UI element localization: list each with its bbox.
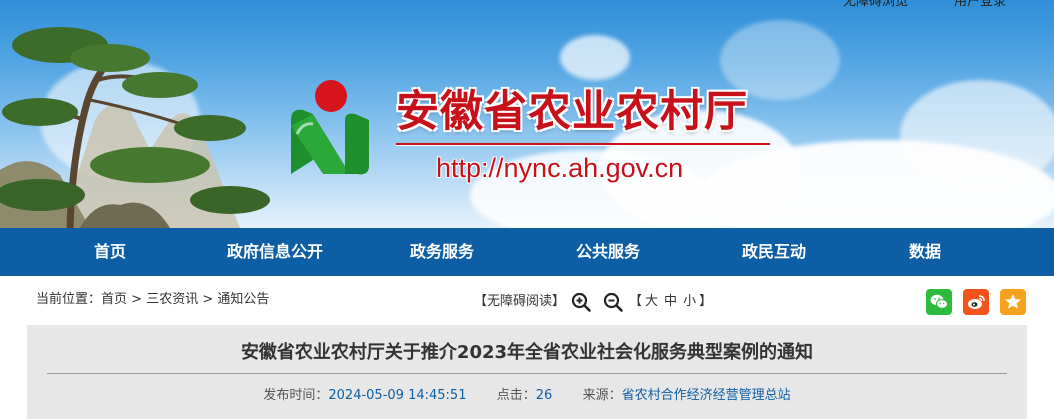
favorite-icon	[1005, 294, 1021, 309]
source-label: 来源：	[582, 388, 622, 403]
breadcrumb-home[interactable]: 首页	[101, 292, 127, 307]
article-header: 安徽省农业农村厅关于推介2023年全省农业社会化服务典型案例的通知 发布时间：2…	[27, 325, 1027, 419]
site-url: http://nync.ah.gov.cn	[436, 153, 684, 183]
banner-cloud	[900, 80, 1054, 190]
site-name: 安徽省农业农村厅	[396, 87, 748, 137]
site-name-underline	[396, 143, 770, 146]
publish-time-label: 发布时间：	[263, 388, 329, 403]
nav-item-home[interactable]: 首页	[60, 228, 160, 276]
clicks-label: 点击：	[496, 388, 536, 403]
article-source: 省农村合作经济经营管理总站	[621, 388, 791, 403]
accessibility-tools: 【无障碍阅读】 【大中小】	[474, 291, 712, 313]
font-size-small[interactable]: 小	[683, 294, 696, 309]
font-size-bracket-close: 】	[699, 294, 713, 309]
font-size-medium[interactable]: 中	[664, 294, 677, 309]
pine-mountain-illustration	[0, 27, 270, 228]
accessible-reading-link[interactable]: 【无障碍阅读】	[474, 293, 565, 311]
font-size-bracket-open: 【	[629, 294, 643, 309]
site-banner: 无障碍浏览 用户登录 安徽省农业农村厅 http://nync.ah.gov.c…	[0, 0, 1054, 228]
breadcrumb-news[interactable]: 三农资讯	[146, 292, 198, 307]
breadcrumb-notices[interactable]: 通知公告	[217, 292, 269, 307]
top-links: 无障碍浏览 用户登录	[843, 0, 1006, 10]
banner-cloud	[560, 35, 630, 80]
favorite-button[interactable]	[1000, 289, 1026, 315]
nav-item-data[interactable]: 数据	[890, 228, 960, 276]
department-logo-icon	[291, 80, 369, 175]
weibo-share-button[interactable]	[963, 289, 989, 315]
zoom-in-icon[interactable]	[570, 291, 592, 313]
wechat-icon	[930, 294, 948, 309]
main-nav: 首页 政府信息公开 政务服务 公共服务 政民互动 数据	[0, 228, 1054, 276]
font-size-selector: 【大中小】	[629, 293, 712, 311]
nav-item-interaction[interactable]: 政民互动	[724, 228, 824, 276]
breadcrumb-separator: >	[131, 292, 143, 307]
nav-item-gov-info[interactable]: 政府信息公开	[210, 228, 340, 276]
publish-time: 2024-05-09 14:45:51	[328, 388, 467, 403]
breadcrumb-separator: >	[202, 292, 214, 307]
font-size-large[interactable]: 大	[645, 294, 658, 309]
breadcrumb-prefix: 当前位置：	[36, 292, 102, 307]
article-meta: 发布时间：2024-05-09 14:45:51 点击：26 来源：省农村合作经…	[27, 387, 1027, 405]
click-count: 26	[535, 388, 553, 403]
weibo-icon	[968, 295, 985, 309]
user-login-link[interactable]: 用户登录	[954, 0, 1006, 10]
zoom-out-icon[interactable]	[602, 291, 624, 313]
accessible-browsing-link[interactable]: 无障碍浏览	[843, 0, 908, 10]
article-title: 安徽省农业农村厅关于推介2023年全省农业社会化服务典型案例的通知	[240, 342, 814, 363]
wechat-share-button[interactable]	[926, 289, 952, 315]
breadcrumb: 当前位置：首页 > 三农资讯 > 通知公告	[36, 291, 269, 309]
nav-item-public-services[interactable]: 公共服务	[558, 228, 658, 276]
article-divider	[47, 373, 1007, 374]
nav-item-gov-services[interactable]: 政务服务	[392, 228, 492, 276]
